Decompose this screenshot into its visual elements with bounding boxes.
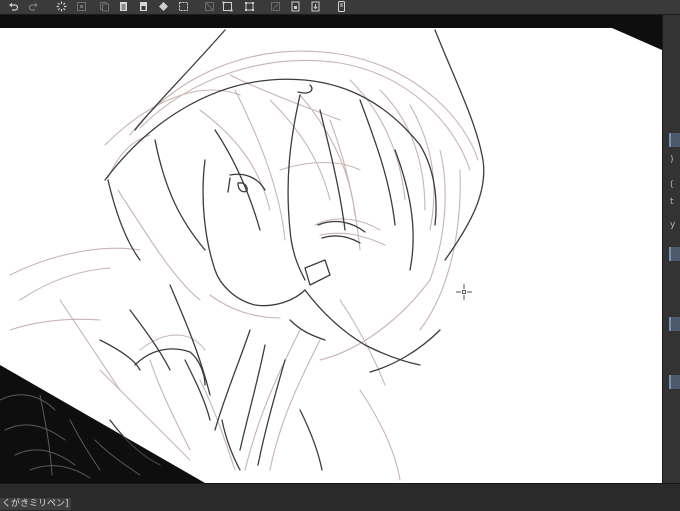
export-button[interactable] — [310, 1, 321, 12]
save-icon — [291, 1, 300, 12]
select-transform-icon — [222, 1, 233, 12]
brush-name-tab[interactable]: くがきミリペン] — [0, 498, 71, 510]
crop-button[interactable] — [158, 1, 169, 12]
transform-icon — [77, 2, 86, 11]
select-all-icon — [205, 2, 214, 11]
ruler-button[interactable] — [178, 1, 189, 12]
ruler-icon — [179, 2, 188, 11]
select-transform-button[interactable] — [222, 1, 233, 12]
panel-glyph: ( — [670, 180, 674, 190]
crop-icon — [159, 2, 168, 11]
layer-paste-icon — [120, 2, 127, 11]
redo-button[interactable] — [28, 1, 39, 12]
top-toolbar — [0, 0, 680, 15]
canvas-viewport[interactable] — [0, 15, 662, 483]
spinner-icon — [56, 1, 67, 12]
panel-tab-indicator[interactable] — [669, 375, 680, 389]
right-dock-panel: ) ( t y — [662, 15, 680, 497]
save-button[interactable] — [290, 1, 301, 12]
panel-tab-indicator[interactable] — [669, 247, 680, 261]
fill-icon — [140, 2, 147, 11]
panel-glyph: y — [670, 220, 676, 230]
pen-button[interactable] — [270, 1, 281, 12]
device-icon — [338, 1, 345, 12]
export-icon — [311, 1, 320, 12]
panel-glyph: t — [670, 197, 674, 207]
layer-copy-icon — [100, 2, 109, 12]
status-bar: くがきミリペン] — [0, 483, 680, 511]
layer-copy-button[interactable] — [99, 1, 110, 12]
undo-icon — [9, 2, 19, 11]
select-frame-button[interactable] — [244, 1, 255, 12]
panel-tab-indicator[interactable] — [669, 133, 680, 147]
redo-icon — [28, 2, 38, 11]
transform-button[interactable] — [76, 1, 87, 12]
panel-tab-indicator[interactable] — [669, 317, 680, 331]
panel-glyph: ) — [670, 155, 674, 165]
layer-paste-button[interactable] — [118, 1, 129, 12]
undo-button[interactable] — [8, 1, 19, 12]
device-button[interactable] — [336, 1, 347, 12]
loading-button[interactable] — [56, 1, 67, 12]
sketch-canvas[interactable] — [0, 15, 662, 483]
fill-button[interactable] — [138, 1, 149, 12]
select-all-button[interactable] — [204, 1, 215, 12]
paper — [0, 28, 662, 483]
pen-icon — [271, 2, 280, 11]
frame-icon — [245, 2, 254, 11]
